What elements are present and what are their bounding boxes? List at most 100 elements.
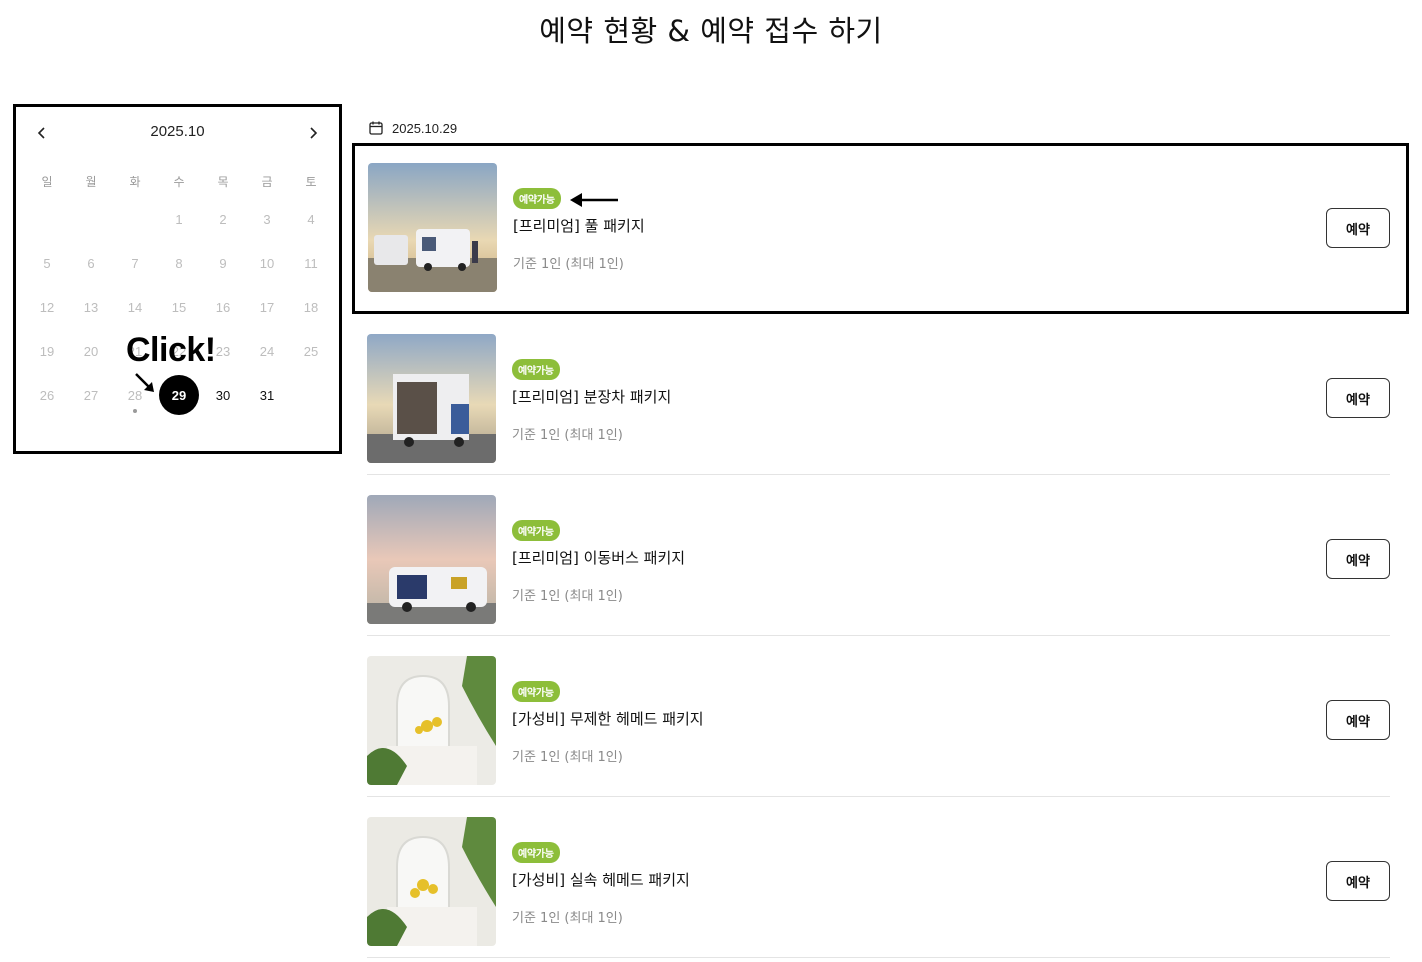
calendar-day-number: 7 xyxy=(131,255,139,271)
weekday-label: 화 xyxy=(129,175,141,189)
calendar-day[interactable]: 30 xyxy=(201,373,245,417)
product-thumbnail[interactable] xyxy=(367,656,496,785)
product-info: 예약가능 [가성비] 무제한 헤메드 패키지 기준 1인 (최대 1인) xyxy=(512,681,704,765)
selected-date: 2025.10.29 xyxy=(368,120,457,136)
weekday-label: 일 xyxy=(41,175,53,189)
calendar-day: 2 xyxy=(201,197,245,241)
next-month-button[interactable] xyxy=(301,121,325,145)
calendar-week-row: 1 2 3 4 xyxy=(25,197,333,241)
weekday-label: 월 xyxy=(85,175,97,189)
weekday-header-row: 일월화수목금토 xyxy=(25,167,333,197)
book-button[interactable]: 예약 xyxy=(1326,539,1390,579)
chevron-right-icon xyxy=(310,127,318,139)
calendar-day[interactable]: 29 xyxy=(157,373,201,417)
product-thumbnail[interactable] xyxy=(367,495,496,624)
calendar-day-number: 4 xyxy=(307,211,315,227)
calendar-day-number: 9 xyxy=(219,255,227,271)
product-thumbnail[interactable] xyxy=(368,163,497,292)
calendar-day: 12 xyxy=(25,285,69,329)
calendar-day: 7 xyxy=(113,241,157,285)
day-marker-dot xyxy=(133,409,137,413)
calendar-day-number: 6 xyxy=(87,255,95,271)
click-annotation: Click! xyxy=(126,331,216,369)
calendar-day-number: 1 xyxy=(175,211,183,227)
calendar-week-row: 26 27 28 29 30 31 xyxy=(25,373,333,417)
product-capacity: 기준 1인 (최대 1인) xyxy=(512,911,623,926)
calendar-day: 13 xyxy=(69,285,113,329)
book-button[interactable]: 예약 xyxy=(1326,700,1390,740)
calendar-day-number: 3 xyxy=(263,211,271,227)
product-info: 예약가능 [프리미엄] 이동버스 패키지 기준 1인 (최대 1인) xyxy=(512,520,685,604)
calendar-day: 19 xyxy=(25,329,69,373)
calendar-day-number: 30 xyxy=(215,387,231,403)
calendar-week-row: 5 6 7 8 9 10 11 xyxy=(25,241,333,285)
availability-badge: 예약가능 xyxy=(512,359,560,380)
arrow-down-right-icon xyxy=(135,373,154,392)
calendar-day: 10 xyxy=(245,241,289,285)
calendar-week-row: 12 13 14 15 16 17 18 xyxy=(25,285,333,329)
calendar-day: 18 xyxy=(289,285,333,329)
arrow-left-icon xyxy=(570,193,618,207)
weekday-label: 수 xyxy=(173,175,185,189)
book-button[interactable]: 예약 xyxy=(1326,208,1390,248)
calendar-day-number: 15 xyxy=(171,299,187,315)
book-button[interactable]: 예약 xyxy=(1326,861,1390,901)
product-item: 예약가능 [프리미엄] 분장차 패키지 기준 1인 (최대 1인) 예약 xyxy=(367,314,1390,475)
calendar-month-label: 2025.10 xyxy=(150,123,205,140)
calendar: 2025.10 일 월 화 수 목 금 토 1 2 3 4 5 6 7 8 9 10 11 12 13 14 15 16 17… xyxy=(13,104,342,454)
calendar-empty-cell xyxy=(113,197,157,241)
product-name[interactable]: [가성비] 실속 헤메드 패키지 xyxy=(512,869,690,890)
page-title: 예약 현황 & 예약 접수 하기 xyxy=(539,14,883,48)
calendar-day-number: 12 xyxy=(39,299,55,315)
calendar-empty-cell xyxy=(69,197,113,241)
availability-badge: 예약가능 xyxy=(513,188,561,209)
calendar-day-number: 2 xyxy=(219,211,227,227)
product-capacity: 기준 1인 (최대 1인) xyxy=(512,428,623,443)
availability-badge: 예약가능 xyxy=(512,681,560,702)
calendar-day-number: 24 xyxy=(259,343,275,359)
calendar-day-number: 14 xyxy=(127,299,143,315)
calendar-day-number: 5 xyxy=(43,255,51,271)
calendar-day-number: 16 xyxy=(215,299,231,315)
product-info: 예약가능 [가성비] 실속 헤메드 패키지 기준 1인 (최대 1인) xyxy=(512,842,690,926)
calendar-day-number: 31 xyxy=(259,387,275,403)
calendar-day-number: 29 xyxy=(159,375,199,415)
calendar-day-number: 18 xyxy=(303,299,319,315)
calendar-day[interactable]: 31 xyxy=(245,373,289,417)
calendar-icon xyxy=(369,121,383,135)
calendar-empty-cell xyxy=(289,373,333,417)
calendar-day: 20 xyxy=(69,329,113,373)
calendar-day: 1 xyxy=(157,197,201,241)
product-name[interactable]: [프리미엄] 이동버스 패키지 xyxy=(512,547,685,568)
product-name[interactable]: [프리미엄] 풀 패키지 xyxy=(513,215,645,236)
calendar-day-number: 11 xyxy=(304,255,318,271)
calendar-day: 15 xyxy=(157,285,201,329)
calendar-empty-cell xyxy=(25,197,69,241)
calendar-day: 25 xyxy=(289,329,333,373)
product-capacity: 기준 1인 (최대 1인) xyxy=(513,257,624,272)
availability-badge: 예약가능 xyxy=(512,842,560,863)
product-thumbnail[interactable] xyxy=(367,817,496,946)
calendar-day-number: 10 xyxy=(259,255,275,271)
product-thumbnail[interactable] xyxy=(367,334,496,463)
book-button[interactable]: 예약 xyxy=(1326,378,1390,418)
calendar-day: 6 xyxy=(69,241,113,285)
calendar-day: 14 xyxy=(113,285,157,329)
calendar-day: 11 xyxy=(289,241,333,285)
calendar-day: 5 xyxy=(25,241,69,285)
weekday-label: 금 xyxy=(261,175,273,189)
calendar-day-number: 17 xyxy=(259,299,275,315)
product-capacity: 기준 1인 (최대 1인) xyxy=(512,750,623,765)
product-name[interactable]: [가성비] 무제한 헤메드 패키지 xyxy=(512,708,704,729)
product-item: 예약가능 [가성비] 무제한 헤메드 패키지 기준 1인 (최대 1인) 예약 xyxy=(367,636,1390,797)
calendar-day-number: 26 xyxy=(39,387,55,403)
product-list: 예약가능 [프리미엄] 풀 패키지 기준 1인 (최대 1인) 예약 예약가능 … xyxy=(352,143,1409,958)
calendar-day: 8 xyxy=(157,241,201,285)
availability-badge: 예약가능 xyxy=(512,520,560,541)
weekday-label: 목 xyxy=(217,175,229,189)
calendar-day: 27 xyxy=(69,373,113,417)
weekday-label: 토 xyxy=(305,175,317,189)
product-name[interactable]: [프리미엄] 분장차 패키지 xyxy=(512,386,671,407)
product-item: 예약가능 [가성비] 실속 헤메드 패키지 기준 1인 (최대 1인) 예약 xyxy=(367,797,1390,958)
calendar-day-number: 13 xyxy=(83,299,99,315)
